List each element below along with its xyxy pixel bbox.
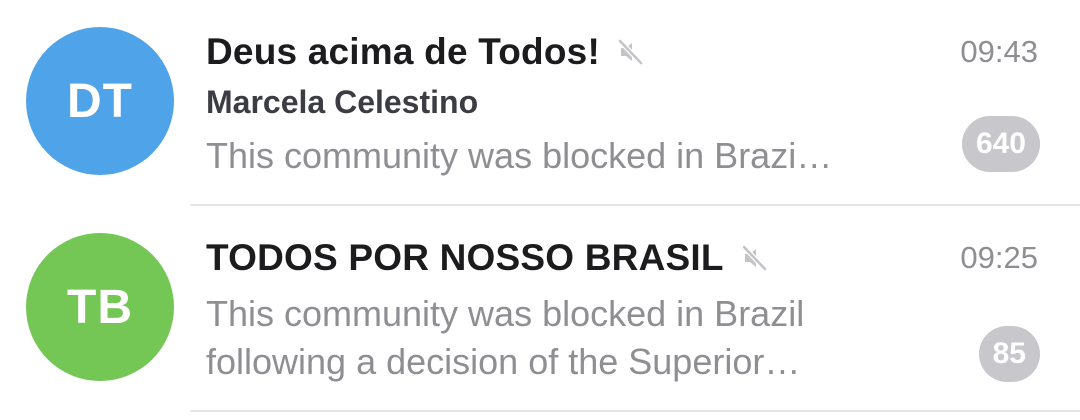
chat-row[interactable]: TB TODOS POR NOSSO BRASIL 09:25 This com… <box>0 206 1080 412</box>
chat-title-line: TODOS POR NOSSO BRASIL <box>206 236 770 280</box>
chat-title: Deus acima de Todos! <box>206 31 600 72</box>
message-preview: This community was blocked in Brazi… <box>206 135 833 176</box>
message-preview-line-2: following a decision of the Superior… <box>206 341 801 382</box>
muted-speaker-icon <box>738 242 770 274</box>
avatar-initials: DT <box>67 74 133 128</box>
chat-title-line: Deus acima de Todos! <box>206 30 646 74</box>
message-preview-line-1: This community was blocked in Brazil <box>206 293 805 334</box>
avatar-initials: TB <box>67 280 133 334</box>
avatar: DT <box>26 27 174 175</box>
chat-title: TODOS POR NOSSO BRASIL <box>206 237 724 278</box>
message-time: 09:43 <box>960 34 1038 69</box>
message-time: 09:25 <box>960 240 1038 275</box>
unread-count-badge: 85 <box>978 326 1040 382</box>
unread-count-badge: 640 <box>961 116 1040 172</box>
avatar: TB <box>26 233 174 381</box>
divider <box>190 410 1080 412</box>
chat-row[interactable]: DT Deus acima de Todos! 09:43 Marcela Ce… <box>0 0 1080 206</box>
chat-list: DT Deus acima de Todos! 09:43 Marcela Ce… <box>0 0 1080 420</box>
sender-name: Marcela Celestino <box>206 84 479 120</box>
muted-speaker-icon <box>614 36 646 68</box>
